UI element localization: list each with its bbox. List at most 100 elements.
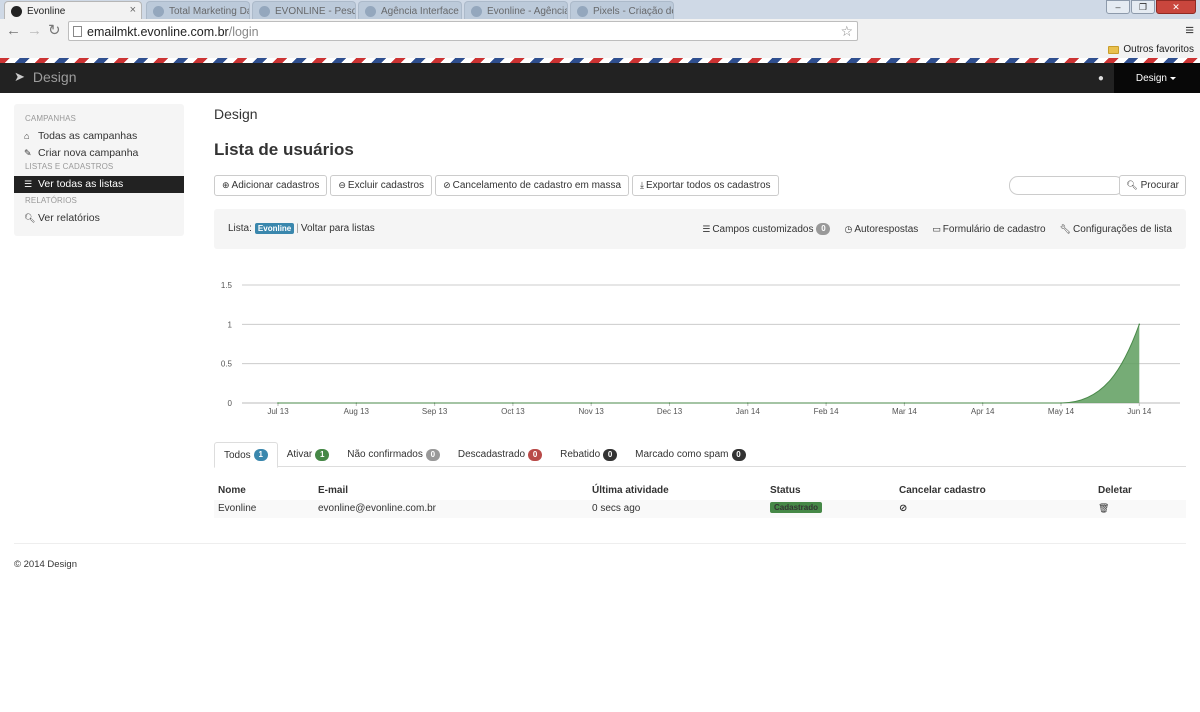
tab-unsubscribed-badge: 0 <box>528 448 543 461</box>
trash-icon[interactable]: 🗑︎ <box>1098 503 1109 514</box>
table-row: Evonline evonline@evonline.com.br 0 secs… <box>214 500 1186 518</box>
y-tick-label: 1.5 <box>221 281 233 290</box>
bookmark-folder-other[interactable]: Outros favoritos <box>1108 44 1194 55</box>
browser-tab[interactable]: Total Marketing Day - Super... <box>146 1 250 19</box>
export-subscribers-button[interactable]: ⤓ Exportar todos os cadastros <box>632 175 779 196</box>
tab-favicon-icon <box>471 6 482 17</box>
x-tick-label: Jun 14 <box>1127 407 1152 416</box>
table-header: Nome E-mail Última atividade Status Canc… <box>218 485 1132 496</box>
subscribers-chart: 0 0.5 1 1.5 Jul 13 Aug 13 Sep 13 Oct 13 Nov 13 De… <box>221 281 1180 416</box>
x-tick-label: Aug 13 <box>344 407 370 416</box>
window-close-icon[interactable]: ✕ <box>1156 0 1196 14</box>
address-bar[interactable]: emailmkt.evonline.com.br/login ☆ <box>68 21 858 41</box>
back-to-lists-link[interactable]: Voltar para listas <box>301 223 375 234</box>
forward-arrow-icon[interactable]: → <box>27 23 42 38</box>
tab-close-icon[interactable]: × <box>130 4 136 16</box>
browser-menu-icon[interactable]: ≡ <box>1185 22 1194 39</box>
browser-tab[interactable]: Evonline - Agência... <box>464 1 568 19</box>
x-tick-label: Sep 13 <box>422 407 448 416</box>
y-tick-label: 0 <box>228 399 233 408</box>
search-button[interactable]: 🔍︎ Procurar <box>1119 175 1186 196</box>
ban-icon: ⊘ <box>443 180 451 190</box>
tab-all[interactable]: Todos 1 <box>214 442 278 468</box>
back-arrow-icon[interactable]: ← <box>6 23 21 38</box>
sidebar-item-all-lists[interactable]: ☰ Ver todas as listas <box>14 176 184 193</box>
x-tick-label: Oct 13 <box>501 407 525 416</box>
data-point <box>277 402 279 404</box>
search-input[interactable] <box>1009 176 1124 195</box>
tab-unconfirmed-badge: 0 <box>425 448 440 461</box>
navbar-right: ● Design <box>1088 63 1200 93</box>
browser-toolbar: ← → ↻ emailmkt.evonline.com.br/login ☆ ≡ <box>0 19 1200 43</box>
tab-favicon-icon <box>153 6 164 17</box>
home-icon: ⌂ <box>24 131 30 141</box>
x-tick-label: Nov 13 <box>579 407 605 416</box>
sidebar-heading: CAMPANHAS <box>25 114 76 123</box>
sidebar-item-all-campaigns[interactable]: ⌂ Todas as campanhas <box>14 128 184 145</box>
breadcrumb: Design <box>214 106 258 122</box>
list-settings-link[interactable]: 🔧︎ Configurações de lista <box>1060 224 1172 235</box>
window-controls: – ❐ ✕ <box>1105 0 1196 14</box>
data-point <box>903 402 906 404</box>
tab-active-badge: 1 <box>315 448 330 461</box>
signup-form-link[interactable]: ▭ Formulário de cadastro <box>932 224 1045 235</box>
unsubscribe-ban-icon[interactable]: ⊘ <box>899 503 907 514</box>
tab-all-badge: 1 <box>253 449 268 461</box>
list-icon: ☰ <box>24 179 33 189</box>
list-info: Lista: Evonline | Voltar para listas <box>228 223 375 234</box>
tab-unconfirmed[interactable]: Não confirmados 0 <box>338 442 449 467</box>
download-icon: ⤓ <box>640 180 645 190</box>
list-name-label: Evonline <box>254 223 295 234</box>
tab-favicon-icon <box>577 6 588 17</box>
data-point <box>747 402 749 404</box>
bookmarks-bar: Outros favoritos <box>0 43 1200 58</box>
tab-bounced[interactable]: Rebatido 0 <box>551 442 626 467</box>
status-badge: Cadastrado <box>770 502 823 513</box>
browser-tab[interactable]: Pixels - Criação de sites e... <box>570 1 674 19</box>
separator: | <box>296 223 299 234</box>
autoresponders-link[interactable]: ◷ Autorespostas <box>844 224 918 235</box>
tab-bounced-badge: 0 <box>603 448 618 461</box>
subscriber-email: evonline@evonline.com.br <box>318 503 436 514</box>
edit-icon: ✎ <box>24 148 32 158</box>
browser-tab[interactable]: Agência Interface de comunica... <box>358 1 462 19</box>
reload-icon[interactable]: ↻ <box>48 23 61 38</box>
tab-spam-badge: 0 <box>731 448 746 461</box>
x-tick-label: Mar 14 <box>892 407 917 416</box>
tab-favicon-icon <box>365 6 376 17</box>
browser-tab-active[interactable]: Evonline × <box>4 1 142 19</box>
delete-subscribers-button[interactable]: ⊖ Excluir cadastros <box>330 175 433 196</box>
data-point <box>512 402 514 404</box>
browser-tab[interactable]: EVONLINE - Pesquisa Goo... <box>252 1 356 19</box>
data-point <box>590 402 592 404</box>
user-icon[interactable]: ● <box>1088 73 1114 84</box>
sidebar-item-reports[interactable]: 🔍︎ Ver relatórios <box>14 210 184 227</box>
bookmark-star-icon[interactable]: ☆ <box>840 23 853 40</box>
paper-plane-icon: ➤ <box>14 69 25 84</box>
maximize-icon[interactable]: ❐ <box>1131 0 1155 14</box>
subscribers-table: Nome E-mail Última atividade Status Canc… <box>214 482 1186 518</box>
minimize-icon[interactable]: – <box>1106 0 1130 14</box>
list-icon: ☰ <box>702 223 711 234</box>
subscriber-name: Evonline <box>218 503 257 514</box>
plus-circle-icon: ⊕ <box>222 180 230 190</box>
custom-fields-link[interactable]: ☰ Campos customizados 0 <box>702 223 831 235</box>
x-tick-label: May 14 <box>1048 407 1075 416</box>
add-subscribers-button[interactable]: ⊕ Adicionar cadastros <box>214 175 328 196</box>
browser-tab-strip: Evonline × Total Marketing Day - Super..… <box>0 0 1200 19</box>
action-buttons: ⊕ Adicionar cadastros ⊖ Excluir cadastros … <box>214 175 782 196</box>
data-point <box>825 402 827 404</box>
x-tick-label: Jul 13 <box>267 407 289 416</box>
brand-link[interactable]: ➤ Design <box>14 69 77 85</box>
y-tick-label: 1 <box>228 320 233 329</box>
tab-spam[interactable]: Marcado como spam 0 <box>626 442 754 467</box>
form-icon: ▭ <box>932 223 941 234</box>
mass-unsubscribe-button[interactable]: ⊘ Cancelamento de cadastro em massa <box>435 175 630 196</box>
list-toolbar: Lista: Evonline | Voltar para listas ☰ Ca… <box>214 209 1186 249</box>
user-dropdown[interactable]: Design <box>1113 63 1200 93</box>
data-point <box>668 402 671 404</box>
tab-unsubscribed[interactable]: Descadastrado 0 <box>449 442 551 467</box>
sidebar-item-new-campaign[interactable]: ✎ Criar nova campanha <box>14 145 184 162</box>
data-point <box>1060 402 1062 404</box>
tab-active[interactable]: Ativar 1 <box>278 442 339 467</box>
